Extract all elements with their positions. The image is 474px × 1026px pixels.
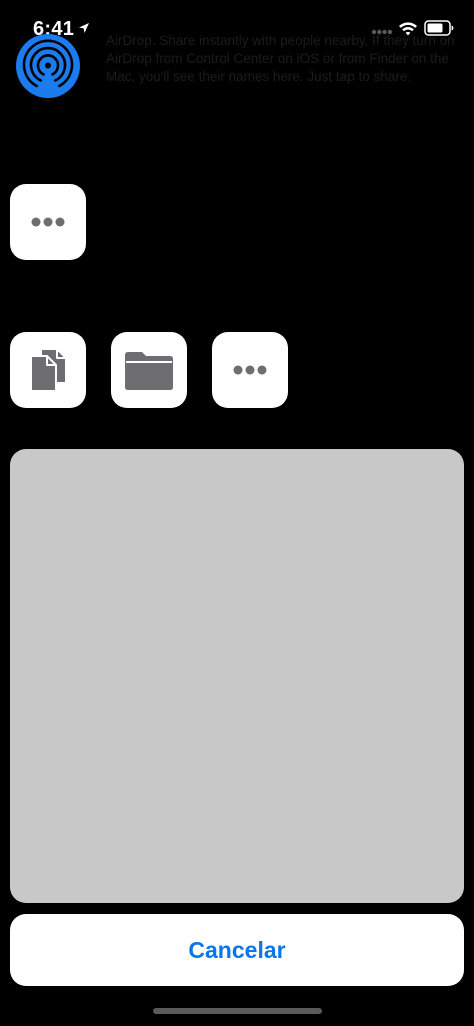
more-dots-icon [31,217,65,227]
airdrop-description: AirDrop. Share instantly with people nea… [106,33,455,84]
cancel-button[interactable]: Cancelar [10,914,464,986]
share-more-button[interactable] [10,184,86,260]
folder-icon [125,352,173,390]
home-indicator[interactable] [153,1008,322,1014]
copy-documents-icon [30,348,67,392]
files-action-button[interactable] [111,332,187,408]
action-more-button[interactable] [212,332,288,408]
more-dots-icon [233,365,267,375]
copy-action-button[interactable] [10,332,86,408]
location-arrow-icon [79,23,89,33]
preview-panel [10,449,464,903]
airdrop-icon [16,34,80,98]
